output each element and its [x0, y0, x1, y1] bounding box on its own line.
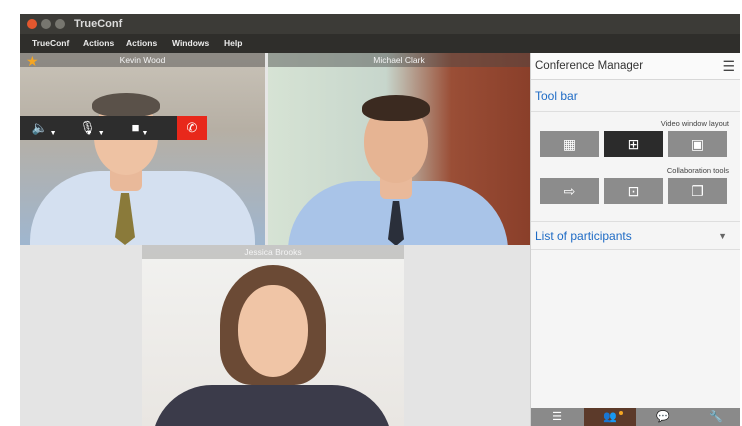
panel-bottom-bar: ☰ 👥 💬 🔧	[531, 408, 740, 426]
hangup-button[interactable]: ✆	[177, 116, 207, 140]
window-title: TrueConf	[74, 18, 123, 30]
divider	[531, 249, 740, 250]
chevron-down-icon: ▼	[97, 130, 105, 137]
layout-speaker-button[interactable]: ⊞	[604, 131, 663, 157]
slideshow-button[interactable]: ⊡	[604, 178, 663, 204]
share-screen-button[interactable]: ⇨	[540, 178, 599, 204]
person-shirt	[152, 385, 392, 426]
single-layout-icon: ▣	[690, 136, 705, 152]
menu-icon[interactable]: ☰	[722, 58, 735, 75]
microphone-button[interactable]: 🎙 ▼	[72, 116, 112, 140]
chevron-down-icon: ▼	[141, 130, 149, 137]
video-layout-label: Video window layout	[660, 119, 729, 128]
camera-button[interactable]: ■ ▼	[120, 116, 160, 140]
title-bar: TrueConf	[20, 14, 740, 34]
chevron-down-icon[interactable]: ▼	[718, 231, 727, 241]
layout-single-button[interactable]: ▣	[668, 131, 727, 157]
divider	[531, 221, 740, 222]
divider	[531, 111, 740, 112]
menu-bar: TrueConf Actions Actions Windows Help	[20, 34, 740, 53]
person-shirt	[30, 171, 255, 245]
camera-icon: ■	[131, 120, 140, 135]
list-icon: ☰	[552, 411, 562, 423]
hangup-icon: ✆	[186, 120, 198, 135]
maximize-window-button[interactable]	[55, 19, 65, 29]
tab-chat[interactable]: 💬	[637, 408, 689, 426]
panel-title: Conference Manager	[535, 60, 644, 72]
share-screen-icon: ⇨	[563, 183, 576, 199]
toolbar-section-title[interactable]: Tool bar	[535, 89, 578, 103]
panel-header: Conference Manager ☰	[531, 53, 740, 80]
app-window: TrueConf TrueConf Actions Actions Window…	[20, 14, 740, 426]
tab-participants[interactable]: 👥	[584, 408, 636, 426]
menu-actions[interactable]: Actions	[83, 38, 114, 48]
speaker-icon: 🔈	[31, 120, 48, 135]
participant-name-label: Michael Clark	[268, 53, 530, 67]
windows-button[interactable]: ❐	[668, 178, 727, 204]
video-frame: Jessica Brooks	[142, 245, 404, 426]
call-controls: 🔈 ▼ 🎙 ▼ ■ ▼ ✆	[20, 116, 207, 140]
speaker-layout-icon: ⊞	[627, 136, 640, 152]
windows-icon: ❐	[691, 183, 704, 199]
collaboration-tools-label: Collaboration tools	[666, 166, 729, 175]
microphone-icon: 🎙	[79, 120, 96, 135]
slideshow-icon: ⊡	[627, 183, 640, 199]
tab-settings[interactable]: 🔧	[690, 408, 740, 426]
person-face	[238, 285, 308, 377]
chat-icon: 💬	[656, 411, 670, 423]
menu-actions-2[interactable]: Actions	[126, 38, 157, 48]
participants-icon: 👥	[603, 411, 617, 423]
tab-list[interactable]: ☰	[531, 408, 583, 426]
star-icon: ★	[26, 53, 39, 69]
video-tile-michael-clark[interactable]: Michael Clark	[268, 53, 530, 245]
wrench-icon: 🔧	[709, 411, 723, 423]
speaker-button[interactable]: 🔈 ▼	[24, 116, 64, 140]
layout-grid-button[interactable]: ▦	[540, 131, 599, 157]
menu-help[interactable]: Help	[224, 38, 242, 48]
close-window-button[interactable]	[27, 19, 37, 29]
participants-section-title[interactable]: List of participants	[535, 229, 632, 243]
video-tile-jessica-brooks[interactable]: Jessica Brooks	[20, 245, 530, 426]
menu-trueconf[interactable]: TrueConf	[32, 38, 69, 48]
conference-manager-panel: Conference Manager ☰ Tool bar Video wind…	[530, 53, 740, 426]
grid-layout-icon: ▦	[562, 136, 577, 152]
person-hair	[362, 95, 430, 121]
menu-windows[interactable]: Windows	[172, 38, 209, 48]
person-hair	[92, 93, 160, 117]
chevron-down-icon: ▼	[49, 130, 57, 137]
participant-name-label: Kevin Wood	[20, 53, 265, 67]
participant-name-label: Jessica Brooks	[142, 245, 404, 259]
notification-dot	[619, 411, 623, 415]
video-tile-kevin-wood[interactable]: Kevin Wood ★ 🔈 ▼ 🎙 ▼ ■ ▼ ✆	[20, 53, 265, 245]
minimize-window-button[interactable]	[41, 19, 51, 29]
